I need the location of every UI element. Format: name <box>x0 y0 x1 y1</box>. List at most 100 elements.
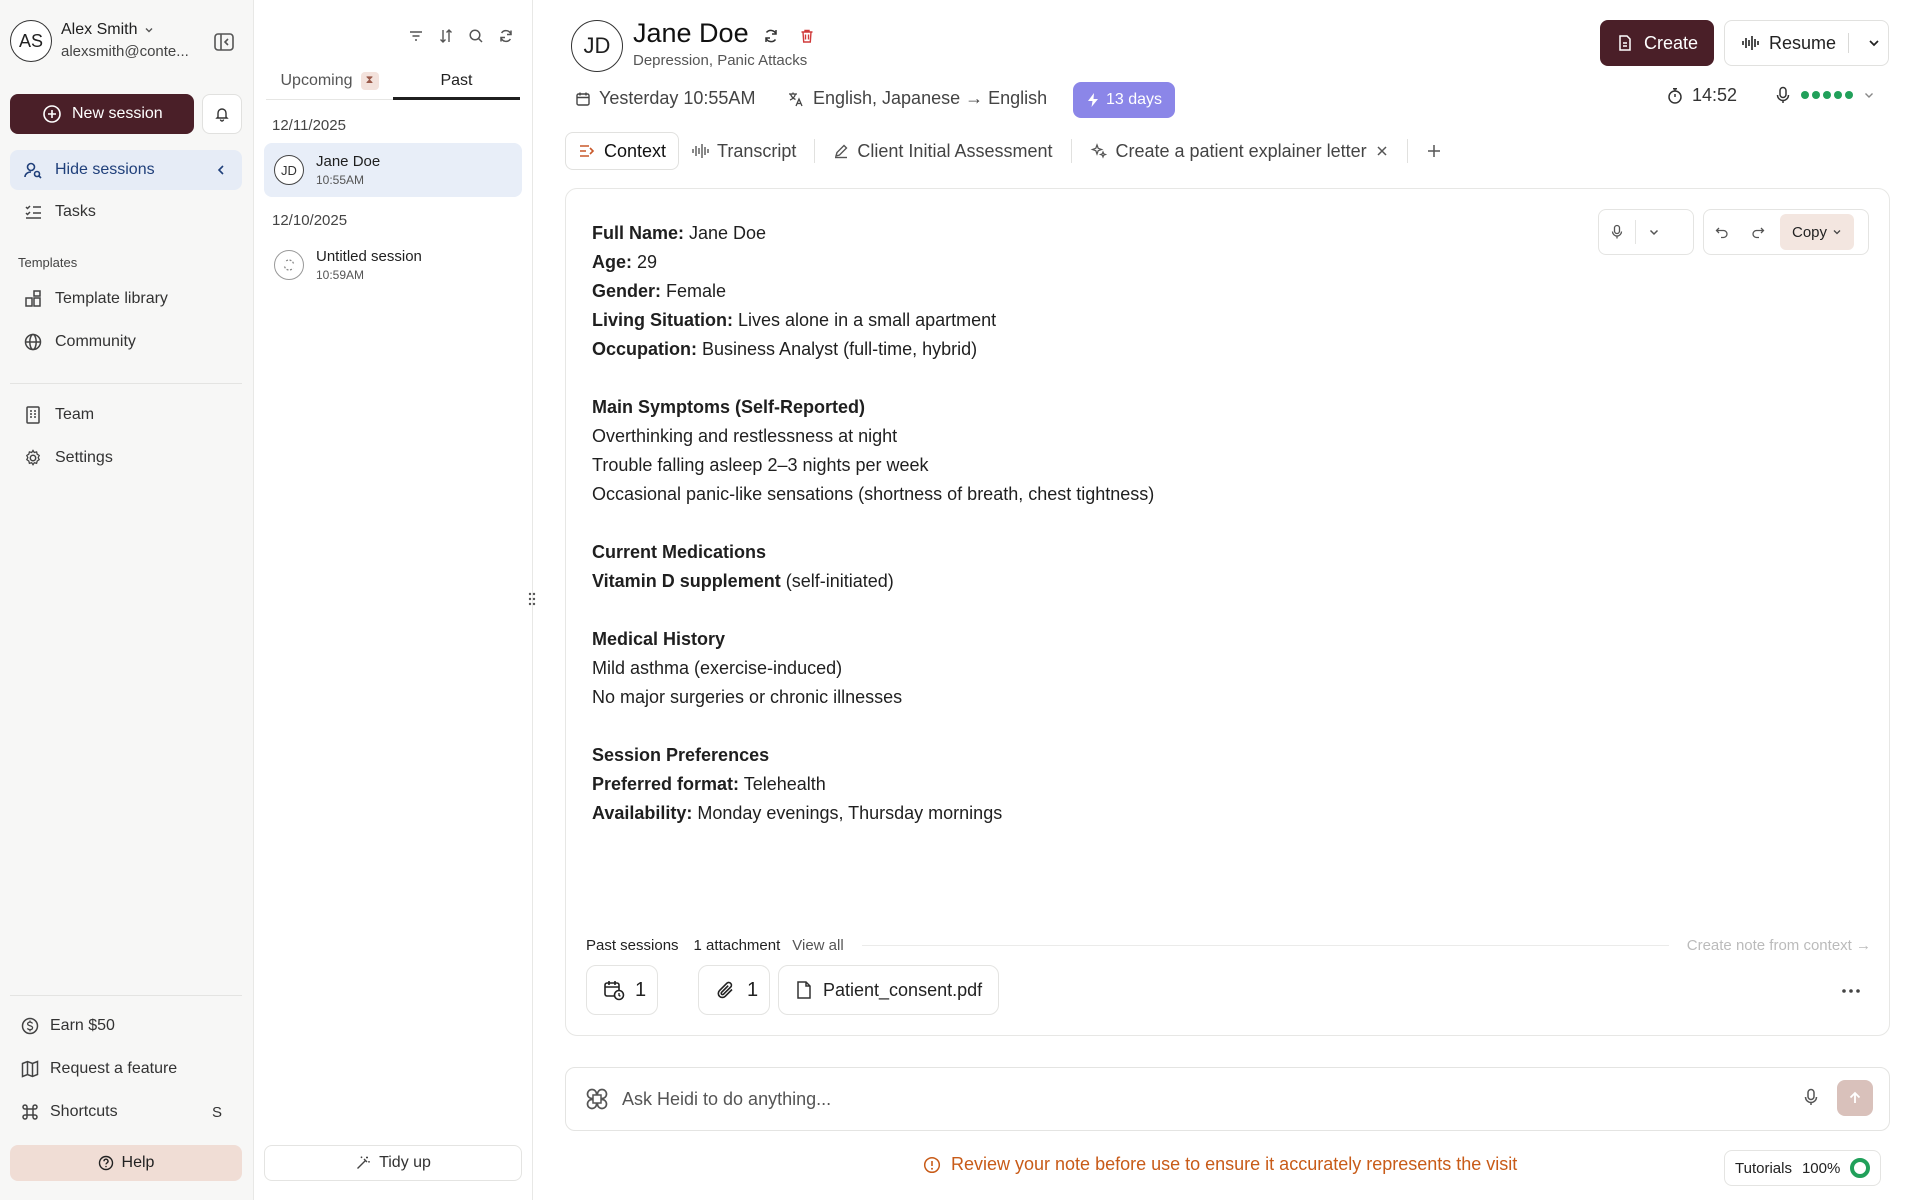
dictate-button[interactable] <box>1599 214 1635 250</box>
new-session-button[interactable]: New session <box>10 94 194 134</box>
sidebar-item-settings[interactable]: Settings <box>10 438 242 478</box>
globe-icon <box>23 332 43 352</box>
trash-icon[interactable] <box>795 24 819 48</box>
tab-context[interactable]: Context <box>565 132 680 170</box>
sidebar: AS Alex Smith alexsmith@conte... New ses… <box>0 0 254 1200</box>
session-list-item[interactable]: Untitled session 10:59AM <box>264 238 522 292</box>
note-tabs: Context Transcript Client Initial Assess… <box>565 132 1454 170</box>
user-menu[interactable]: Alex Smith <box>61 21 155 39</box>
view-all-link[interactable]: View all <box>792 937 843 954</box>
patient-avatar: JD <box>571 20 623 72</box>
close-icon[interactable] <box>1375 144 1389 158</box>
chevron-down-icon <box>1863 89 1875 101</box>
sidebar-item-earn[interactable]: Earn $50 <box>10 1006 242 1046</box>
microphone-icon <box>1775 86 1791 104</box>
calendar-icon <box>575 91 591 107</box>
doc-line: Trouble falling asleep 2–3 nights per we… <box>592 455 929 475</box>
tutorials-button[interactable]: Tutorials 100% <box>1724 1150 1882 1186</box>
audio-wave-icon <box>1741 34 1761 52</box>
doc-heading: Session Preferences <box>592 745 770 765</box>
notifications-button[interactable] <box>202 94 242 134</box>
doc-line: Living Situation: Lives alone in a small… <box>592 310 997 330</box>
chevron-down-icon[interactable] <box>1867 36 1881 50</box>
user-avatar[interactable]: AS <box>10 20 52 62</box>
sidebar-item-shortcuts[interactable]: Shortcuts S <box>10 1092 242 1132</box>
tab-client-initial-assessment[interactable]: Client Initial Assessment <box>821 132 1064 170</box>
doc-line: No major surgeries or chronic illnesses <box>592 687 903 707</box>
attachment-file-chip[interactable]: Patient_consent.pdf <box>778 965 1000 1015</box>
filter-icon[interactable] <box>406 26 426 46</box>
sidebar-item-team[interactable]: Team <box>10 395 242 435</box>
sidebar-item-tasks[interactable]: Tasks <box>10 192 242 232</box>
chevron-down-icon <box>1832 227 1842 237</box>
template-library-icon <box>23 289 43 309</box>
search-icon[interactable] <box>466 26 486 46</box>
plus-icon <box>1426 143 1442 159</box>
dollar-icon <box>20 1016 40 1036</box>
chevron-down-icon <box>1648 226 1660 238</box>
templates-section-label: Templates <box>18 255 78 270</box>
tasks-icon <box>23 202 43 222</box>
user-email: alexsmith@conte... <box>61 43 189 60</box>
past-sessions-chip[interactable]: 1 <box>586 965 658 1015</box>
attachments-chip[interactable]: 1 <box>698 965 770 1015</box>
undo-button[interactable] <box>1704 214 1740 250</box>
sidebar-item-template-library[interactable]: Template library <box>10 279 242 319</box>
redo-button[interactable] <box>1740 214 1776 250</box>
tab-upcoming[interactable]: Upcoming ⧗ <box>266 62 393 99</box>
heidi-logo-icon <box>584 1086 610 1112</box>
session-timer: 14:52 <box>1666 85 1737 106</box>
edit-controls: Copy <box>1703 209 1869 255</box>
session-time: 10:55AM <box>316 173 365 187</box>
help-button[interactable]: Help <box>10 1145 242 1181</box>
sort-icon[interactable] <box>436 26 456 46</box>
session-list-panel: Upcoming ⧗ Past 12/11/2025 JD Jane Doe 1… <box>254 0 533 1200</box>
past-sessions-label: Past sessions <box>586 936 679 954</box>
tidy-up-button[interactable]: Tidy up <box>264 1145 522 1181</box>
session-name: Untitled session <box>316 248 422 265</box>
more-options-icon[interactable] <box>1836 979 1866 1003</box>
add-tab-button[interactable] <box>1414 132 1454 170</box>
date-group-label: 12/10/2025 <box>272 212 348 229</box>
context-footer: Past sessions 1 attachment View all Crea… <box>586 935 1871 955</box>
tab-past[interactable]: Past <box>393 62 520 100</box>
refresh-icon[interactable] <box>496 26 516 46</box>
user-search-icon <box>23 160 43 180</box>
doc-line: Occupation: Business Analyst (full-time,… <box>592 339 978 359</box>
undo-icon <box>1715 225 1729 239</box>
microphone-icon[interactable] <box>1803 1088 1819 1106</box>
sync-patient-icon[interactable] <box>759 24 783 48</box>
patient-name[interactable]: Jane Doe <box>633 18 749 49</box>
days-remaining-badge[interactable]: 13 days <box>1073 82 1176 118</box>
resume-button[interactable]: Resume <box>1724 20 1889 66</box>
magic-wand-icon <box>355 1155 371 1171</box>
ask-heidi-input[interactable]: Ask Heidi to do anything... <box>565 1067 1890 1131</box>
dictation-options-button[interactable] <box>1636 214 1672 250</box>
create-button[interactable]: Create <box>1600 20 1714 66</box>
doc-heading: Main Symptoms (Self-Reported) <box>592 397 866 417</box>
tab-patient-explainer-letter[interactable]: Create a patient explainer letter <box>1078 132 1401 170</box>
tab-transcript[interactable]: Transcript <box>679 132 808 170</box>
date-group-label: 12/11/2025 <box>272 117 346 134</box>
doc-line: Vitamin D supplement (self-initiated) <box>592 571 894 591</box>
redo-icon <box>1751 225 1765 239</box>
create-note-from-context-link[interactable]: Create note from context → <box>1687 937 1871 954</box>
sidebar-toggle-icon[interactable] <box>210 28 238 56</box>
sidebar-item-community[interactable]: Community <box>10 322 242 362</box>
doc-line: Full Name: Jane Doe <box>592 223 767 243</box>
context-document[interactable]: Full Name: Jane Doe Age: 29 Gender: Fema… <box>592 219 1154 828</box>
review-warning: Review your note before use to ensure it… <box>923 1154 1517 1175</box>
help-circle-icon <box>98 1155 114 1171</box>
doc-line: Gender: Female <box>592 281 727 301</box>
doc-heading: Current Medications <box>592 542 767 562</box>
mic-level-selector[interactable] <box>1775 86 1875 104</box>
session-list-item[interactable]: JD Jane Doe 10:55AM <box>264 143 522 197</box>
session-date[interactable]: Yesterday 10:55AM <box>575 88 755 109</box>
session-languages[interactable]: English, Japanese → English <box>787 88 1047 109</box>
sidebar-item-request-feature[interactable]: Request a feature <box>10 1049 242 1089</box>
session-avatar: JD <box>274 155 304 185</box>
copy-button[interactable]: Copy <box>1780 214 1855 250</box>
hide-sessions-item[interactable]: Hide sessions <box>10 150 242 190</box>
session-name: Jane Doe <box>316 153 381 170</box>
send-button[interactable] <box>1837 1080 1873 1116</box>
